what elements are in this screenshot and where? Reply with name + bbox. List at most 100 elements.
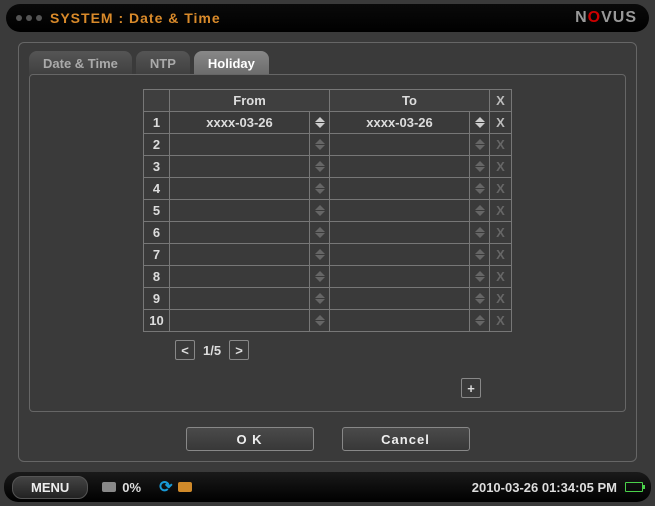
table-row: 5X [144,200,512,222]
to-value[interactable] [330,310,470,332]
from-value[interactable] [170,178,310,200]
close-icon[interactable]: X [496,115,505,130]
from-spinner[interactable] [310,288,330,310]
from-value[interactable] [170,266,310,288]
from-spinner[interactable] [310,134,330,156]
from-value[interactable] [170,310,310,332]
to-value[interactable] [330,266,470,288]
holiday-tab-body: From To X 1 xxxx-03-26 xxxx-03-26 X 2 X 3… [29,74,626,412]
close-icon[interactable]: X [496,269,505,284]
status-bar: MENU 0% ⟳ 2010-03-26 01:34:05 PM [4,472,651,502]
page-prev-button[interactable]: < [175,340,195,360]
to-spinner[interactable] [470,288,490,310]
from-spinner[interactable] [310,244,330,266]
table-header-row: From To X [144,90,512,112]
row-delete[interactable]: X [490,112,512,134]
from-spinner[interactable] [310,156,330,178]
chevron-up-icon[interactable] [475,117,485,122]
brand-post: VUS [601,9,637,26]
close-icon[interactable]: X [496,247,505,262]
to-value[interactable] [330,288,470,310]
table-row: 3X [144,156,512,178]
row-number: 2 [144,134,170,156]
from-value[interactable] [170,200,310,222]
row-delete[interactable]: X [490,200,512,222]
row-delete[interactable]: X [490,222,512,244]
table-row: 9X [144,288,512,310]
menu-button[interactable]: MENU [12,476,88,499]
to-spinner[interactable] [470,310,490,332]
from-value[interactable] [170,134,310,156]
settings-panel: Date & Time NTP Holiday From To X 1 xxxx… [18,42,637,462]
close-icon[interactable]: X [496,225,505,240]
row-number: 5 [144,200,170,222]
refresh-icon: ⟳ [159,477,172,497]
table-row: 7X [144,244,512,266]
to-value[interactable] [330,178,470,200]
ok-button[interactable]: O K [186,427,314,451]
to-spinner[interactable] [470,156,490,178]
to-spinner[interactable] [470,112,490,134]
from-spinner[interactable] [310,178,330,200]
add-row-button[interactable]: + [461,378,481,398]
to-spinner[interactable] [470,266,490,288]
tab-date-time[interactable]: Date & Time [29,51,132,75]
to-spinner[interactable] [470,134,490,156]
close-icon[interactable]: X [496,313,505,328]
col-delete[interactable]: X [490,90,512,112]
tab-ntp[interactable]: NTP [136,51,190,75]
close-icon[interactable]: X [496,291,505,306]
dialog-buttons: O K Cancel [19,427,636,451]
close-icon[interactable]: X [496,137,505,152]
to-value[interactable] [330,200,470,222]
to-value[interactable] [330,134,470,156]
disk-icon [102,482,116,492]
from-value[interactable] [170,244,310,266]
table-row: 8X [144,266,512,288]
close-icon[interactable]: X [496,93,505,108]
to-spinner[interactable] [470,222,490,244]
to-value[interactable] [330,244,470,266]
from-value[interactable]: xxxx-03-26 [170,112,310,134]
close-icon[interactable]: X [496,159,505,174]
from-value[interactable] [170,288,310,310]
row-delete[interactable]: X [490,266,512,288]
to-value[interactable] [330,156,470,178]
from-spinner[interactable] [310,112,330,134]
row-delete[interactable]: X [490,156,512,178]
row-number: 3 [144,156,170,178]
brand-logo: NOVUS [575,9,637,27]
chevron-down-icon[interactable] [315,123,325,128]
close-icon[interactable]: X [496,203,505,218]
chevron-up-icon[interactable] [315,117,325,122]
row-delete[interactable]: X [490,178,512,200]
tab-strip: Date & Time NTP Holiday [29,51,626,75]
from-spinner[interactable] [310,266,330,288]
to-spinner[interactable] [470,200,490,222]
from-spinner[interactable] [310,200,330,222]
holiday-table: From To X 1 xxxx-03-26 xxxx-03-26 X 2 X 3… [143,89,512,332]
close-icon[interactable]: X [496,181,505,196]
record-icon [178,482,192,492]
to-spinner[interactable] [470,178,490,200]
from-spinner[interactable] [310,222,330,244]
row-delete[interactable]: X [490,288,512,310]
from-spinner[interactable] [310,310,330,332]
table-row: 1 xxxx-03-26 xxxx-03-26 X [144,112,512,134]
title-bar: SYSTEM : Date & Time NOVUS [6,4,649,32]
cancel-button[interactable]: Cancel [342,427,470,451]
to-spinner[interactable] [470,244,490,266]
tab-holiday[interactable]: Holiday [194,51,269,75]
from-value[interactable] [170,156,310,178]
row-delete[interactable]: X [490,134,512,156]
sync-status: ⟳ [159,477,192,497]
row-delete[interactable]: X [490,244,512,266]
chevron-down-icon[interactable] [475,123,485,128]
page-next-button[interactable]: > [229,340,249,360]
to-value[interactable] [330,222,470,244]
row-delete[interactable]: X [490,310,512,332]
status-right: 2010-03-26 01:34:05 PM [472,480,643,495]
to-value[interactable]: xxxx-03-26 [330,112,470,134]
row-number: 4 [144,178,170,200]
from-value[interactable] [170,222,310,244]
